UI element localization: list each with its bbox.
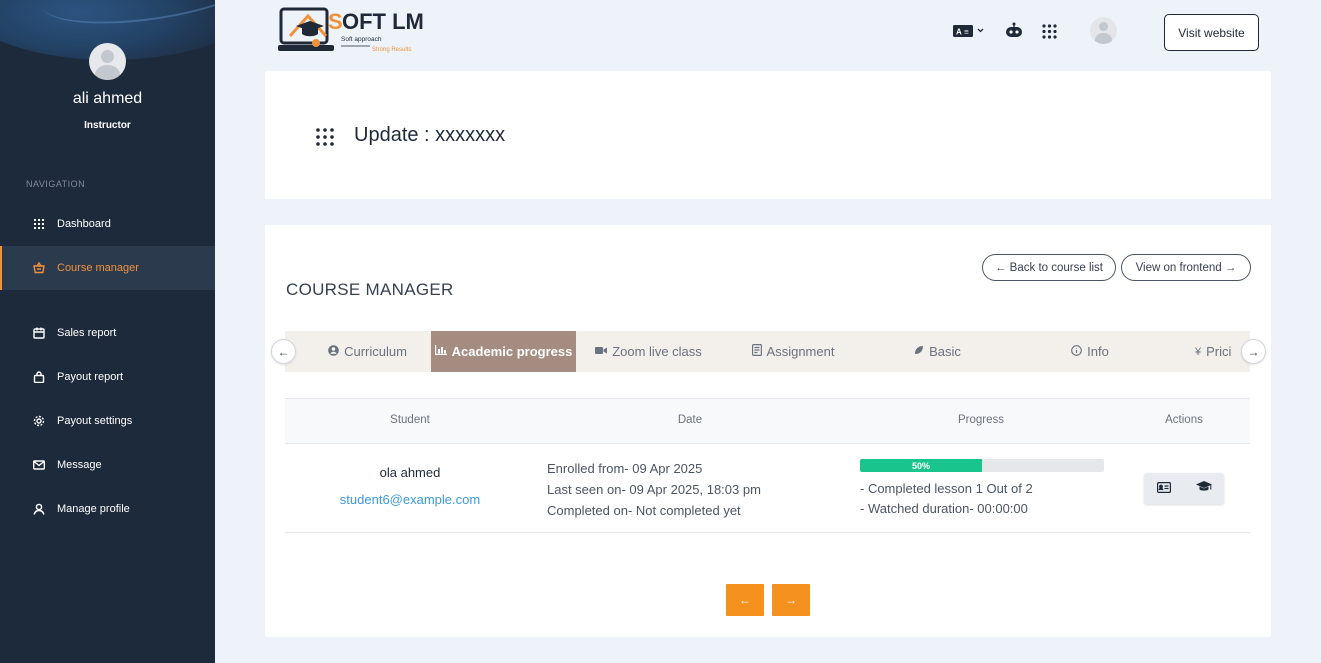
tab-academic-progress[interactable]: Academic progress <box>431 331 576 372</box>
header-avatar[interactable] <box>1090 17 1117 44</box>
language-icon[interactable]: A ≡ <box>953 24 985 41</box>
sidebar-item-course-manager[interactable]: Course manager <box>0 246 215 290</box>
svg-text:Soft approach: Soft approach <box>341 36 382 43</box>
tab-basic[interactable]: Basic <box>875 331 1000 372</box>
watched-duration: - Watched duration- 00:00:00 <box>860 501 1028 516</box>
prev-page-button[interactable]: ← <box>726 584 764 616</box>
progress-bar-fill: 50% <box>860 459 982 472</box>
sidebar: ali ahmed Instructor NAVIGATION Dashboar… <box>0 0 215 663</box>
leaf-icon <box>914 345 924 358</box>
user-icon <box>32 502 46 516</box>
tab-info[interactable]: Info <box>1025 331 1155 372</box>
sidebar-item-label: Sales report <box>57 327 117 339</box>
user-circle-icon <box>328 344 339 359</box>
visit-website-button[interactable]: Visit website <box>1164 14 1259 51</box>
info-icon <box>1071 344 1083 359</box>
column-header-progress: Progress <box>957 414 1005 426</box>
graduate-button[interactable] <box>1184 473 1224 504</box>
apps-grid-icon[interactable] <box>1042 24 1057 42</box>
sidebar-item-message[interactable]: Message <box>0 443 215 487</box>
sidebar-item-manage-profile[interactable]: Manage profile <box>0 487 215 531</box>
progress-table-header: Student Date Progress Actions <box>285 398 1250 444</box>
sidebar-item-label: Payout settings <box>57 415 133 427</box>
sidebar-item-dashboard[interactable]: Dashboard <box>0 202 215 246</box>
brand-logo[interactable]: S OFT LMS Soft approach Strong Results <box>278 6 439 56</box>
video-icon <box>595 346 608 358</box>
svg-text:Strong Results: Strong Results <box>372 47 411 53</box>
student-details-button[interactable] <box>1144 473 1184 504</box>
sidebar-item-label: Payout report <box>57 371 124 383</box>
sidebar-item-label: Course manager <box>57 262 139 274</box>
column-header-student: Student <box>390 414 430 426</box>
grid-icon <box>32 217 46 231</box>
sidebar-item-payout-settings[interactable]: Payout settings <box>0 399 215 443</box>
course-tabs: Curriculum Academic progress Zoom live c… <box>285 331 1250 372</box>
graduation-cap-icon <box>1196 480 1212 498</box>
course-manager-title: COURSE MANAGER <box>286 280 454 299</box>
column-header-date: Date <box>677 414 703 426</box>
student-email-link[interactable]: student6@example.com <box>285 492 535 507</box>
page-title: Update : xxxxxxx <box>354 124 506 146</box>
enrolled-date: Enrolled from- 09 Apr 2025 <box>547 461 703 476</box>
progress-bar: 50% <box>860 459 1104 472</box>
user-avatar[interactable] <box>89 43 126 80</box>
yen-icon: ¥ <box>1195 345 1202 358</box>
id-card-icon <box>1157 480 1172 498</box>
mail-icon <box>32 458 46 472</box>
next-page-button[interactable]: → <box>772 584 810 616</box>
tabs-scroll-left-button[interactable]: ← <box>271 339 296 364</box>
view-on-frontend-button[interactable]: View on frontend → <box>1121 254 1251 281</box>
calendar-icon <box>32 326 46 340</box>
sidebar-item-sales-report[interactable]: Sales report <box>0 311 215 355</box>
svg-text:≡: ≡ <box>964 28 969 37</box>
document-icon <box>751 344 762 359</box>
svg-text:A: A <box>956 28 962 37</box>
completed-date: Completed on- Not completed yet <box>547 503 741 518</box>
table-row <box>285 444 1250 533</box>
row-actions <box>1144 473 1224 504</box>
svg-text:S: S <box>328 9 343 34</box>
column-header-actions: Actions <box>1165 414 1203 426</box>
tab-curriculum[interactable]: Curriculum <box>305 331 430 372</box>
tab-assignment[interactable]: Assignment <box>725 331 861 372</box>
bar-chart-icon <box>434 345 447 358</box>
tabs-scroll-right-button[interactable]: → <box>1241 339 1266 364</box>
svg-text:OFT LMS: OFT LMS <box>342 9 424 34</box>
student-name: ola ahmed <box>379 465 441 480</box>
sidebar-item-label: Dashboard <box>57 218 111 230</box>
user-role: Instructor <box>84 120 131 131</box>
sidebar-item-label: Manage profile <box>57 503 130 515</box>
nav-section-title: NAVIGATION <box>26 179 86 189</box>
robot-icon[interactable] <box>1005 22 1023 41</box>
completed-lessons: - Completed lesson 1 Out of 2 <box>860 481 1033 496</box>
back-to-course-list-button[interactable]: ← Back to course list <box>982 254 1116 281</box>
last-seen-date: Last seen on- 09 Apr 2025, 18:03 pm <box>547 482 761 497</box>
basket-icon <box>32 261 46 275</box>
bag-icon <box>32 370 46 384</box>
grid-icon <box>316 128 334 146</box>
gear-icon <box>32 414 46 428</box>
tab-zoom-live-class[interactable]: Zoom live class <box>578 331 719 372</box>
user-name: ali ahmed <box>72 90 143 107</box>
sidebar-item-payout-report[interactable]: Payout report <box>0 355 215 399</box>
sidebar-item-label: Message <box>57 459 102 471</box>
